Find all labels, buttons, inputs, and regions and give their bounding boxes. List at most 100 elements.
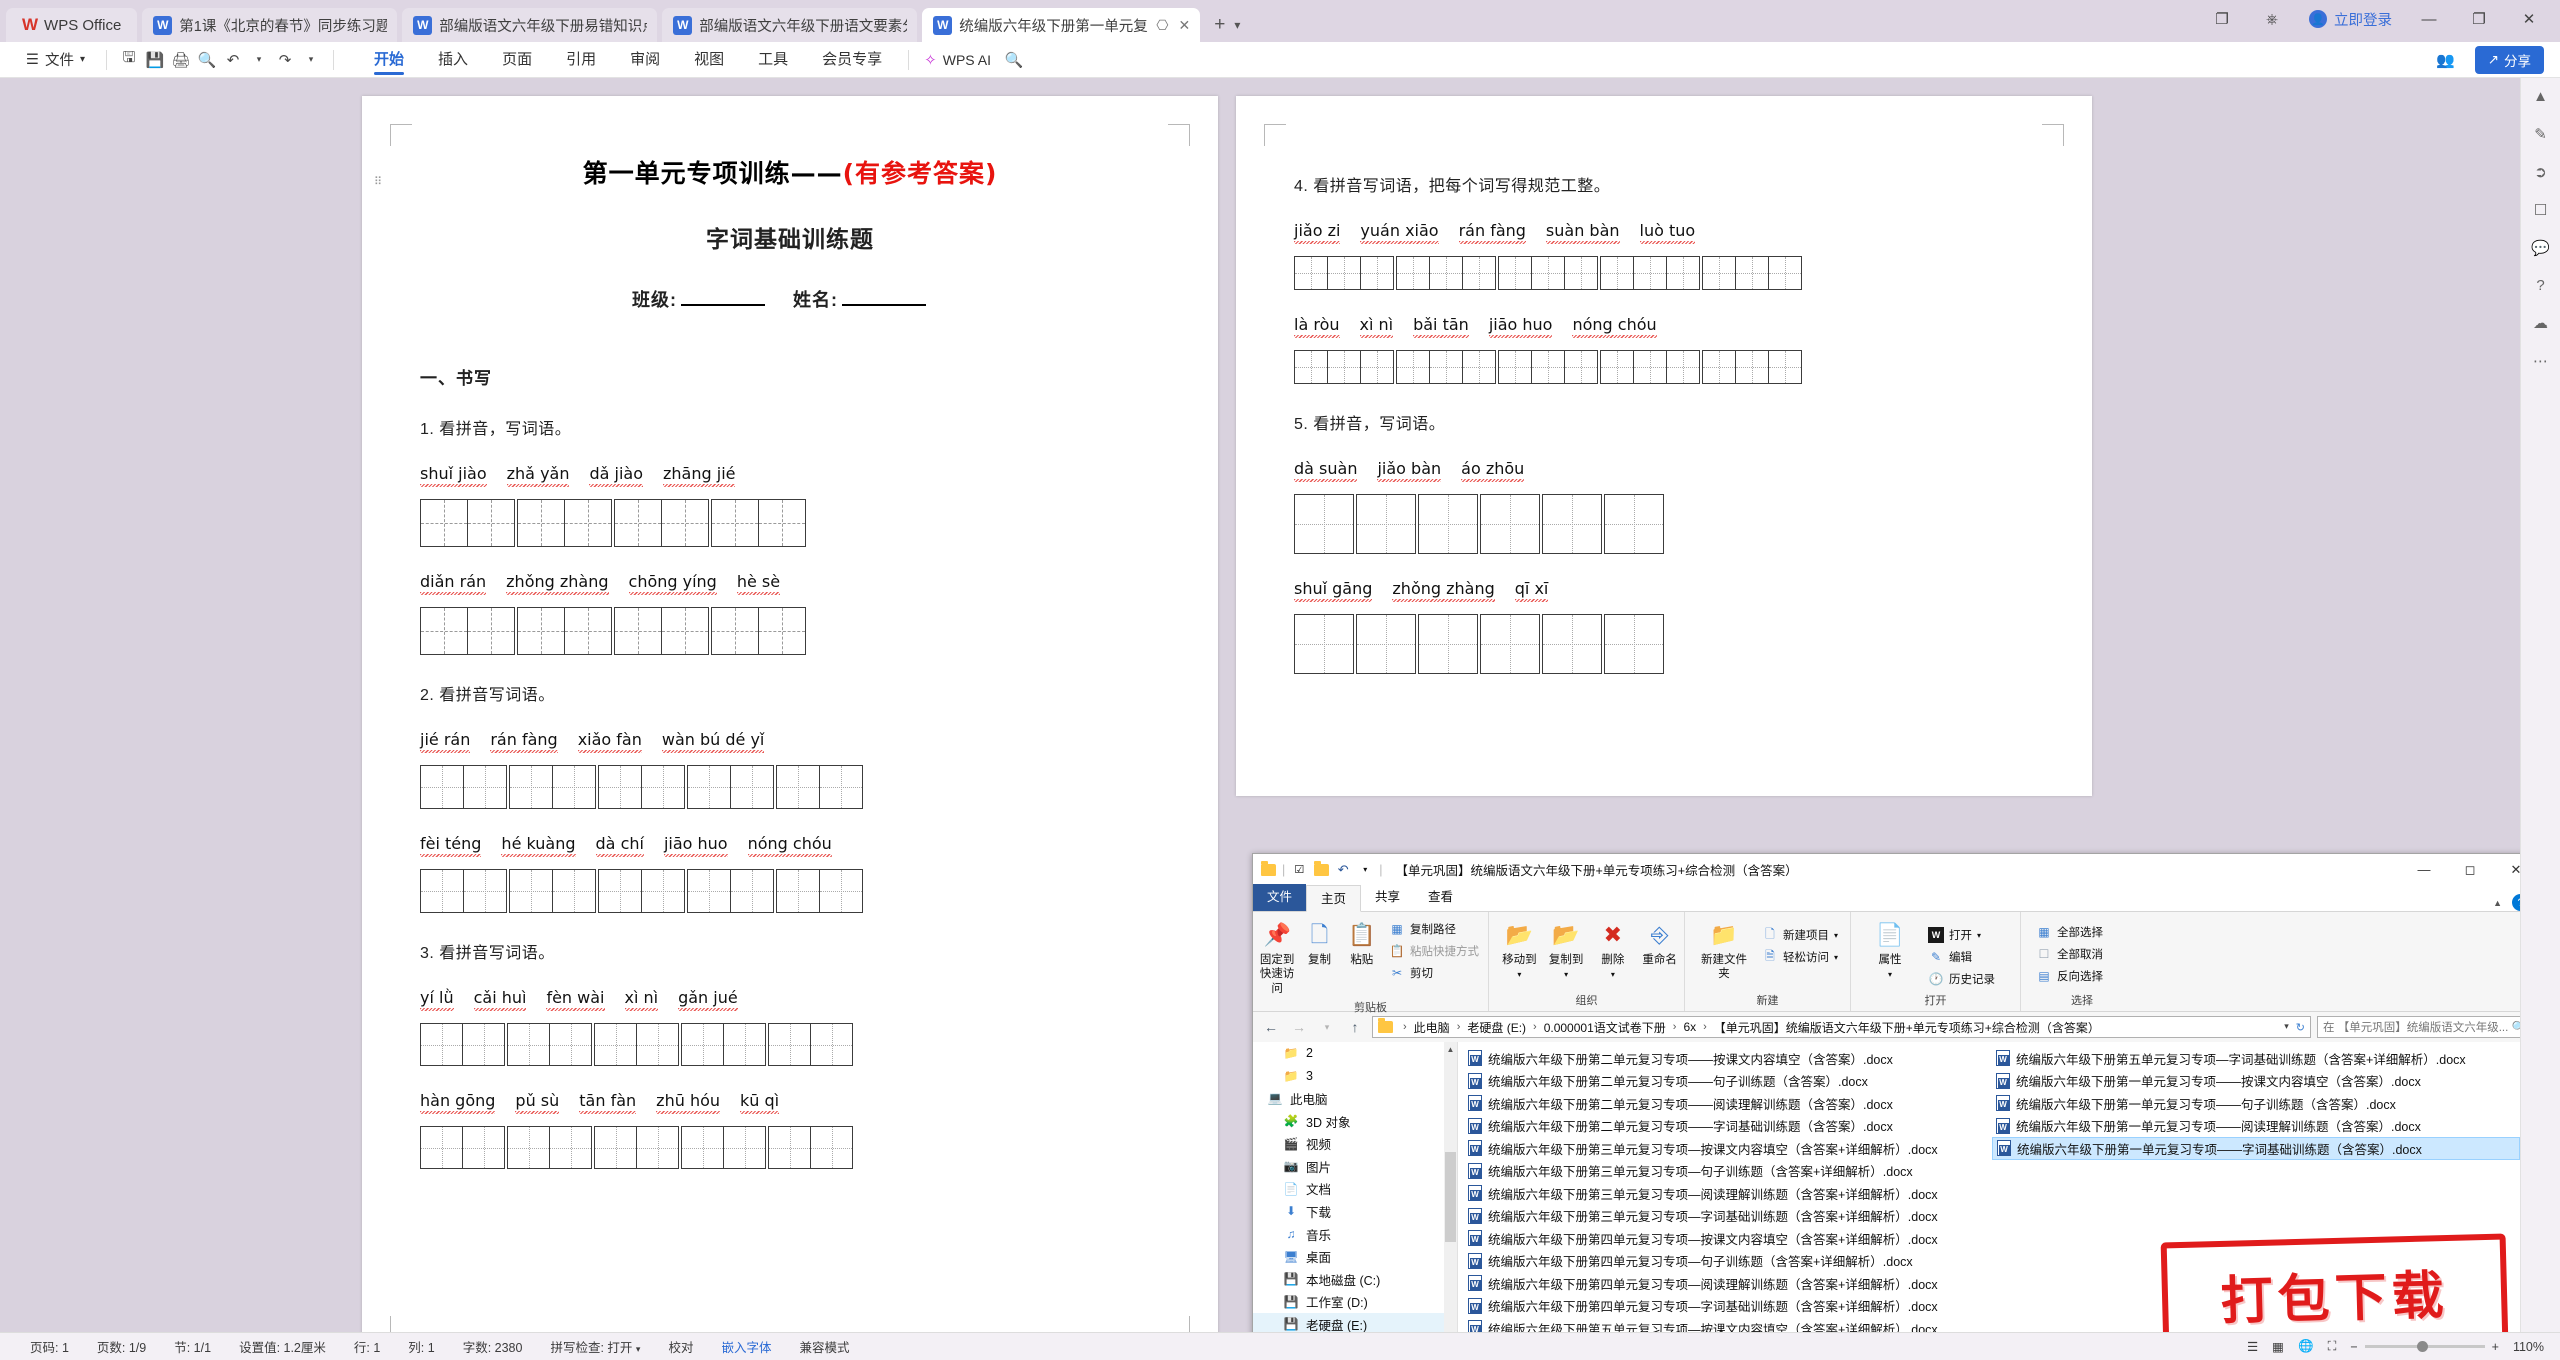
document-tab-2[interactable]: W 部编版语文六年级下册易错知识点专练 [402,8,658,42]
writing-grid-row[interactable] [1294,494,2034,554]
more-options-icon[interactable]: ⋯ [2533,352,2548,370]
nav-item-documents[interactable]: 📄 文档 [1253,1178,1457,1201]
explorer-navigation-pane[interactable]: 📁 2 📁 3 💻 此电脑 🧩 3D 对象 🎬 视频 📷 图片 📄 文档 ⬇ 下载 ♫ 音乐 🖥 桌面 💾 本地磁盘 (C… [1253,1042,1458,1332]
paragraph-handle-icon[interactable]: ⠿ [374,177,382,188]
nav-item-desktop[interactable]: 🖥 桌面 [1253,1245,1457,1268]
nav-item-pictures[interactable]: 📷 图片 [1253,1155,1457,1178]
nav-item-3d-objects[interactable]: 🧩 3D 对象 [1253,1110,1457,1133]
zoom-knob[interactable] [2416,1341,2428,1352]
writing-grid-row[interactable] [420,499,1160,547]
writing-grid-row[interactable] [420,869,1160,913]
tab-list-chevron-down-icon[interactable]: ▾ [1234,18,1240,32]
status-proofread[interactable]: 校对 [654,1337,707,1356]
tab-start[interactable]: 开始 [357,42,421,78]
file-row[interactable]: W 统编版六年级下册第三单元复习专项—按课文内容填空（含答案+详细解析）.docx [1464,1137,1992,1160]
nav-item-drive[interactable]: 💾 老硬盘 (E:) [1253,1313,1457,1332]
print-preview-icon[interactable]: 🔍 [194,47,220,73]
globe-icon[interactable]: 🌐 [2298,1339,2314,1354]
pin-to-quick-access-button[interactable]: 📌 固定到快速访问 [1257,917,1297,999]
status-spellcheck[interactable]: 拼写检查: 打开 ▾ [536,1337,654,1356]
writing-grid-row[interactable] [420,607,1160,655]
explorer-search-input[interactable]: 在 【单元巩固】统编版语文六年级... 🔍 [2317,1016,2532,1038]
file-row[interactable]: W 统编版六年级下册第一单元复习专项——按课文内容填空（含答案）.docx [1992,1070,2520,1093]
copy-to-button[interactable]: 📂 复制到 ▾ [1546,917,1587,983]
writing-grid-row[interactable] [1294,614,2034,674]
paste-shortcut-button[interactable]: 📋 粘贴快捷方式 [1384,941,1484,961]
comment-icon[interactable]: 💬 [2531,239,2550,257]
delete-button[interactable]: ✖ 删除 ▾ [1593,917,1634,983]
zoom-out-button[interactable]: − [2350,1340,2357,1354]
file-row[interactable]: W 统编版六年级下册第四单元复习专项—句子训练题（含答案+详细解析）.docx [1464,1250,1992,1273]
tab-tools[interactable]: 工具 [741,42,805,78]
up-button[interactable]: ↑ [1344,1016,1366,1038]
easy-access-button[interactable]: 🗎 轻松访问 ▾ [1757,947,1843,967]
breadcrumb-item-current[interactable]: 【单元巩固】统编版语文六年级下册+单元专项练习+综合检测（含答案） [1714,1019,2100,1036]
scroll-up-icon[interactable]: ▲ [1444,1042,1457,1057]
save-icon[interactable]: 🖫 [116,47,142,73]
cursor-icon[interactable]: ➲ [2534,163,2547,181]
address-chevron-down-icon[interactable]: ▾ [2284,1021,2289,1034]
tab-review[interactable]: 审阅 [613,42,677,78]
open-button[interactable]: W 打开 ▾ [1923,925,2000,945]
nav-item-downloads[interactable]: ⬇ 下载 [1253,1200,1457,1223]
invert-selection-button[interactable]: ▤ 反向选择 [2031,966,2108,986]
pen-icon[interactable]: ✎ [2534,125,2547,143]
tab-member-exclusive[interactable]: 会员专享 [805,42,899,78]
writing-grid-row[interactable] [1294,256,2034,290]
tab-page[interactable]: 页面 [485,42,549,78]
document-tab-3[interactable]: W 部编版语文六年级下册语文要素分类评 [662,8,918,42]
new-item-button[interactable]: 🗋 新建项目 ▾ [1757,925,1843,945]
expand-panel-icon[interactable]: ▲ [2533,88,2548,105]
file-row[interactable]: W 统编版六年级下册第三单元复习专项—句子训练题（含答案+详细解析）.docx [1464,1160,1992,1183]
file-row[interactable]: W 统编版六年级下册第三单元复习专项—阅读理解训练题（含答案+详细解析）.docx [1464,1182,1992,1205]
writing-grid-row[interactable] [1294,350,2034,384]
breadcrumb-item-this-pc[interactable]: 此电脑 [1414,1019,1450,1036]
wps-ai-button[interactable]: ✧ WPS AI [924,51,991,69]
document-tab-4-active[interactable]: W 统编版六年级下册第一单元复习 ⎔ ✕ [922,8,1201,42]
file-row[interactable]: W 统编版六年级下册第五单元复习专项—字词基础训练题（含答案+详细解析）.docx [1992,1047,2520,1070]
select-none-button[interactable]: ☐ 全部取消 [2031,944,2108,964]
copy-path-button[interactable]: ▦ 复制路径 [1384,919,1484,939]
writing-grid-row[interactable] [420,1126,1160,1169]
explorer-tab-view[interactable]: 查看 [1414,884,1467,911]
nav-item-videos[interactable]: 🎬 视频 [1253,1132,1457,1155]
tab-view[interactable]: 视图 [677,42,741,78]
move-to-button[interactable]: 📂 移动到 ▾ [1499,917,1540,983]
redo-chevron-down-icon[interactable]: ▾ [298,47,324,73]
paste-button[interactable]: 📋 粘贴 [1342,917,1382,970]
back-button[interactable]: ← [1260,1016,1282,1038]
new-folder-button[interactable]: 📁 新建文件夹 [1695,917,1753,985]
zoom-in-button[interactable]: + [2492,1340,2499,1354]
status-word-count[interactable]: 字数: 2380 [449,1337,537,1356]
explorer-minimize-button[interactable]: — [2401,854,2447,885]
scrollbar-thumb[interactable] [1445,1152,1456,1242]
recent-locations-chevron-down-icon[interactable]: ▾ [1316,1016,1338,1038]
status-embed-font[interactable]: 嵌入字体 [707,1337,785,1356]
tab-insert[interactable]: 插入 [421,42,485,78]
search-icon[interactable]: 🔍 [1001,47,1027,73]
cube-icon[interactable]: ⎈ [2259,11,2285,28]
file-menu-button[interactable]: ☰ 文件 ▾ [14,49,97,70]
chevron-down-icon[interactable]: ▾ [1357,862,1373,878]
nav-item-this-pc[interactable]: 💻 此电脑 [1253,1087,1457,1110]
collaborate-icon[interactable]: 👥 [2433,47,2459,73]
file-row[interactable]: W 统编版六年级下册第二单元复习专项——字词基础训练题（含答案）.docx [1464,1115,1992,1138]
zoom-slider[interactable]: − + [2350,1340,2499,1354]
copy-button[interactable]: 🗋 复制 [1299,917,1339,970]
new-tab-icon[interactable]: + [1214,14,1225,36]
maximize-button[interactable]: ❐ [2466,10,2492,28]
rename-button[interactable]: ⎆ 重命名 [1639,917,1680,970]
explorer-tab-file[interactable]: 文件 [1253,884,1307,911]
nav-item-drive[interactable]: 💾 本地磁盘 (C:) [1253,1268,1457,1291]
properties-icon[interactable]: ☑ [1291,862,1307,878]
new-folder-icon[interactable] [1313,860,1329,878]
explorer-tab-home[interactable]: 主页 [1306,885,1362,912]
writing-grid-row[interactable] [420,1023,1160,1066]
file-row-selected[interactable]: W 统编版六年级下册第一单元复习专项——字词基础训练题（含答案）.docx [1992,1137,2520,1160]
minimize-button[interactable]: — [2416,11,2442,28]
document-tab-1[interactable]: W 第1课《北京的春节》同步练习题（含 [142,8,398,42]
undo-icon[interactable]: ↶ [1335,862,1351,878]
file-row[interactable]: W 统编版六年级下册第一单元复习专项——句子训练题（含答案）.docx [1992,1092,2520,1115]
refresh-icon[interactable]: ↻ [2296,1021,2305,1034]
file-row[interactable]: W 统编版六年级下册第三单元复习专项—字词基础训练题（含答案+详细解析）.docx [1464,1205,1992,1228]
